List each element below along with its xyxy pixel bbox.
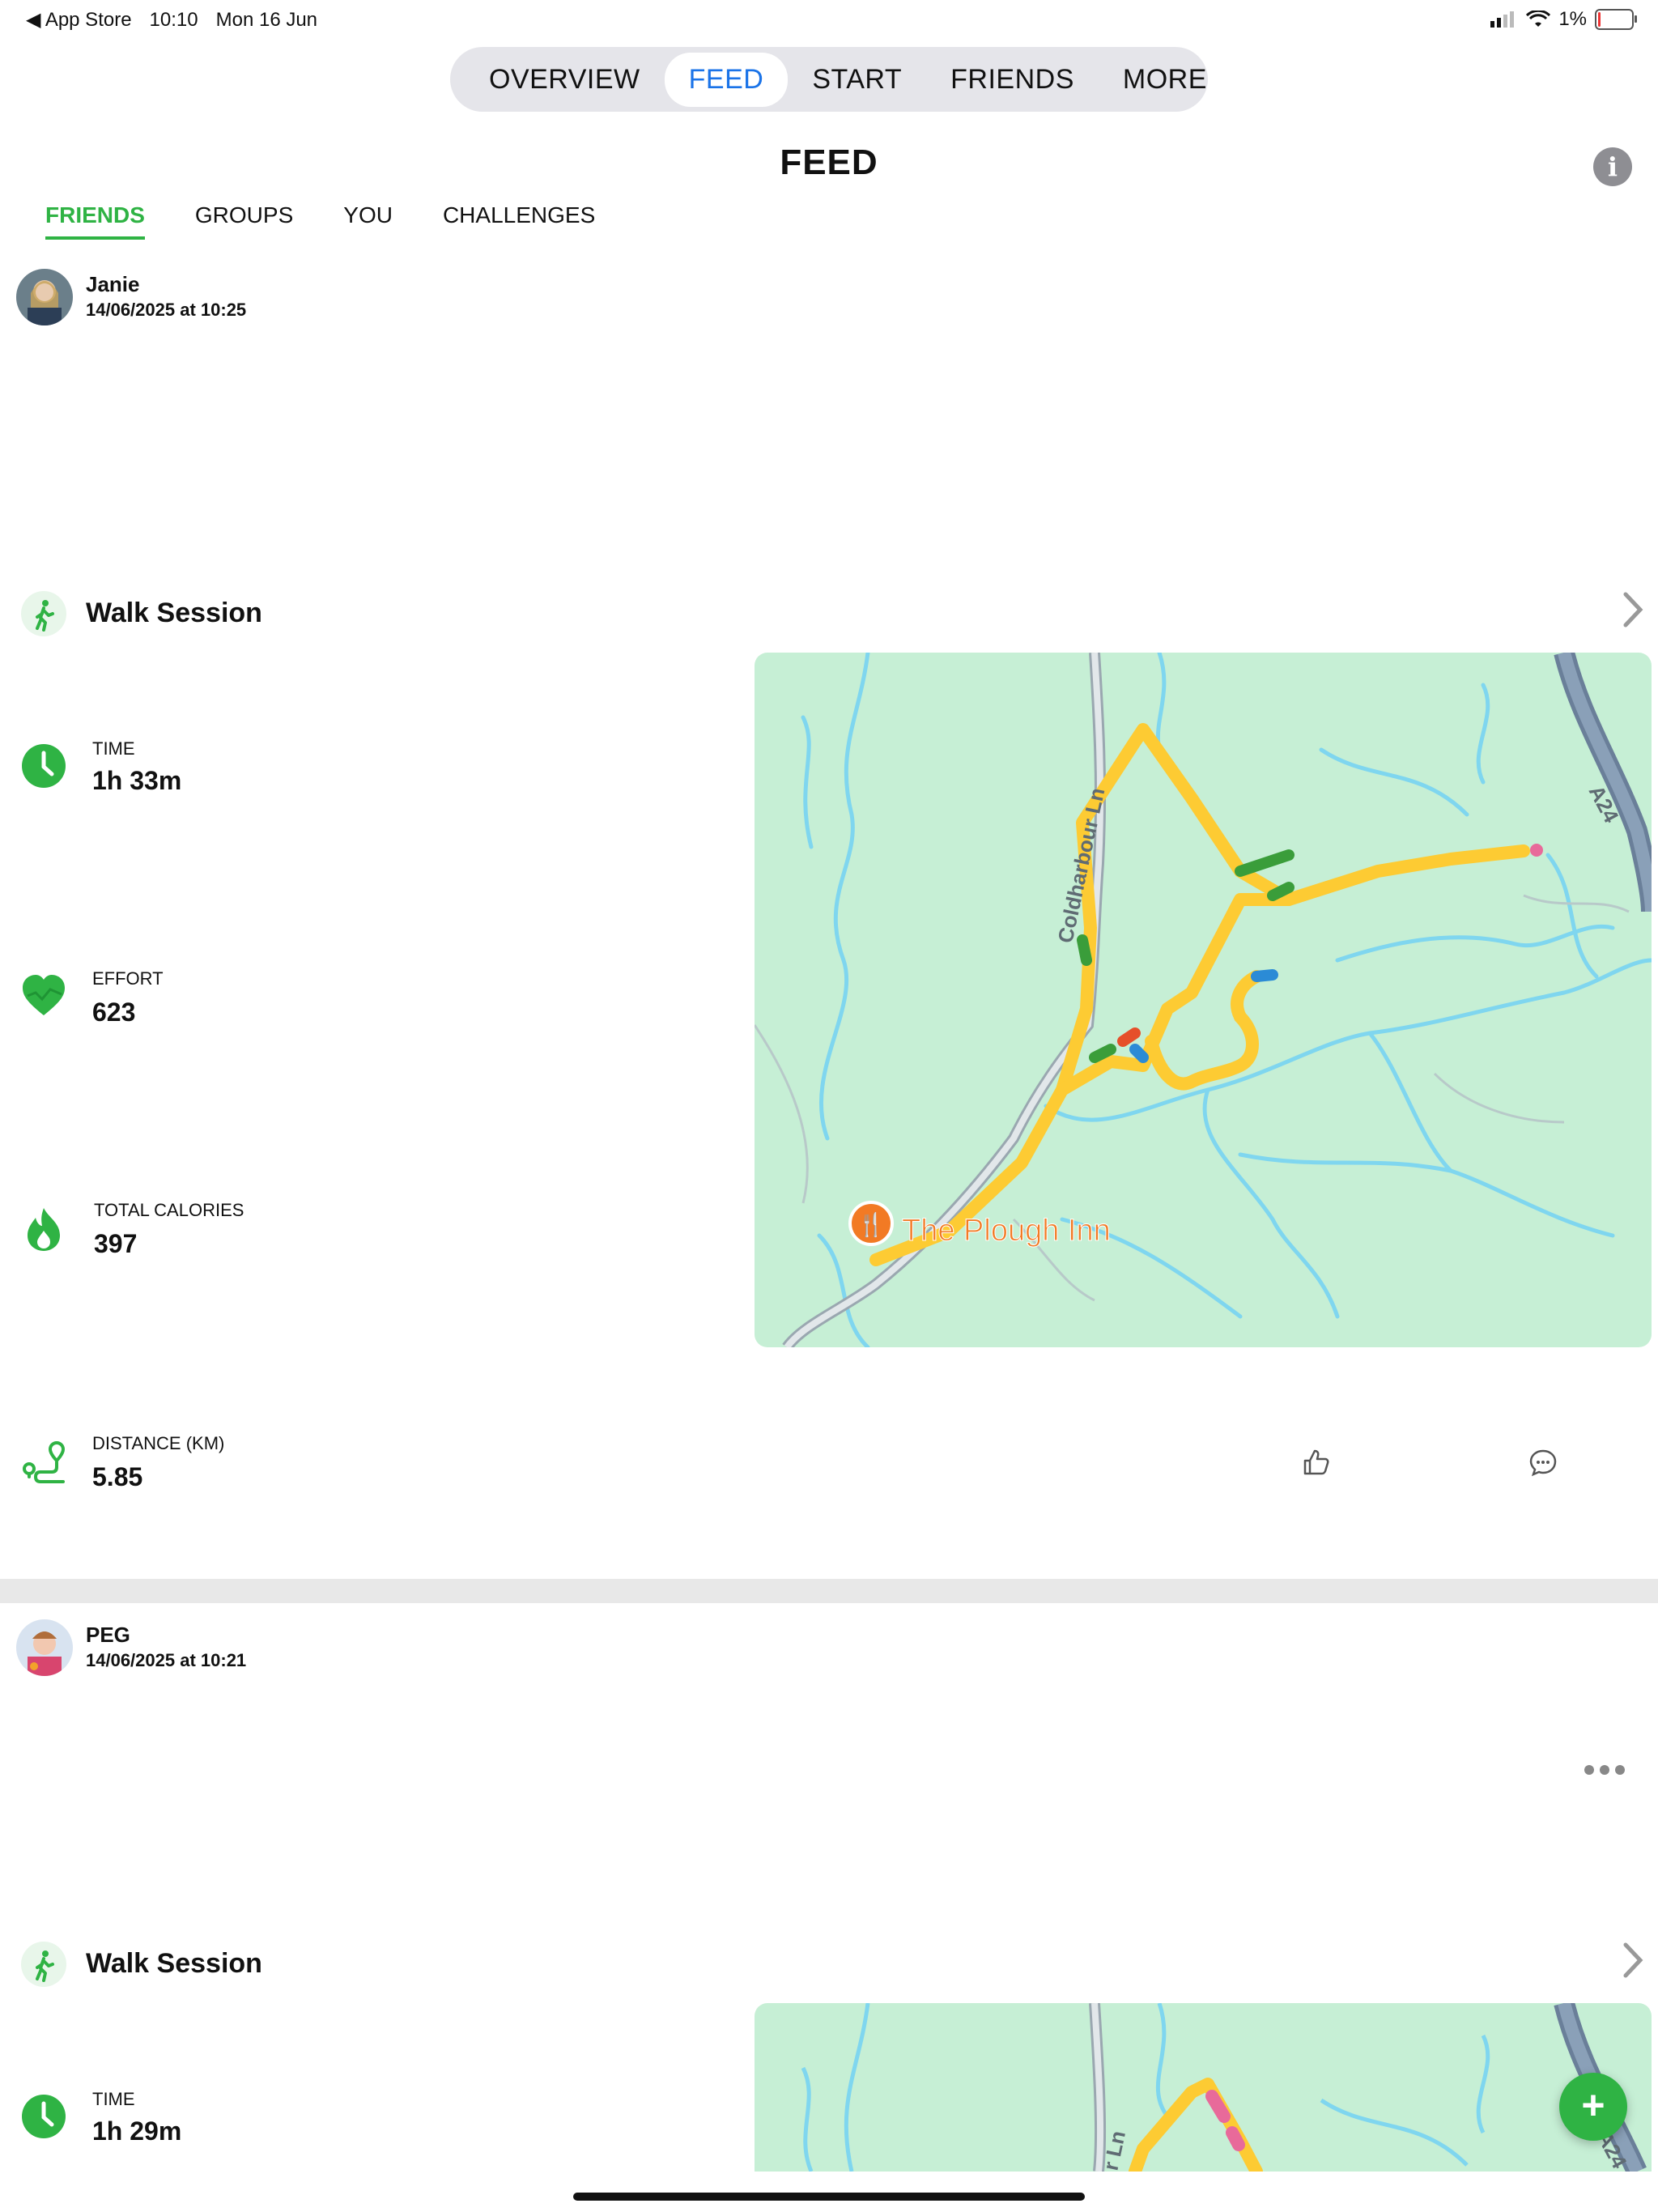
- route-icon: [21, 1440, 66, 1485]
- subtab-groups[interactable]: GROUPS: [195, 202, 293, 240]
- post-date: 14/06/2025 at 10:25: [86, 300, 247, 320]
- more-options-icon[interactable]: [1584, 1741, 1626, 1784]
- info-icon[interactable]: i: [1593, 147, 1632, 186]
- home-indicator[interactable]: [573, 2193, 1085, 2201]
- session-title[interactable]: Walk Session: [86, 598, 262, 629]
- walk-icon: [21, 591, 66, 636]
- post-username[interactable]: Janie: [86, 272, 140, 297]
- stat-label: EFFORT: [92, 968, 164, 989]
- stat-label: TIME: [92, 2089, 135, 2109]
- clock-icon: [21, 2094, 66, 2139]
- avatar[interactable]: [16, 269, 73, 325]
- avatar[interactable]: [16, 1619, 73, 1676]
- comment-icon[interactable]: [1528, 1448, 1558, 1481]
- wifi-icon: [1526, 11, 1551, 27]
- post-divider: [0, 1579, 1658, 1603]
- tab-feed[interactable]: FEED: [664, 52, 789, 107]
- stat-value: 1h 33m: [92, 766, 182, 795]
- svg-text:🍴: 🍴: [857, 1211, 886, 1238]
- status-date: Mon 16 Jun: [215, 8, 318, 31]
- route-map[interactable]: 🍴 The Plough Inn Coldharbour Ln A24: [755, 653, 1652, 1347]
- stat-value: 5.85: [92, 1462, 143, 1491]
- signal-icon: [1490, 11, 1515, 28]
- map-place-label: The Plough Inn: [902, 1214, 1111, 1248]
- status-time: 10:10: [149, 8, 198, 31]
- feed-subtabs: FRIENDS GROUPS YOU CHALLENGES: [45, 202, 595, 240]
- page-title: FEED: [780, 143, 878, 182]
- route-map[interactable]: r Ln A24: [755, 2003, 1652, 2172]
- chevron-right-icon[interactable]: [1621, 589, 1645, 640]
- add-activity-button[interactable]: +: [1559, 2073, 1627, 2141]
- session-title[interactable]: Walk Session: [86, 1948, 262, 1980]
- chevron-right-icon[interactable]: [1621, 1940, 1645, 1990]
- back-to-app-link[interactable]: ◀ App Store: [26, 8, 132, 32]
- heart-icon: [21, 973, 66, 1019]
- stat-label: TIME: [92, 738, 135, 759]
- subtab-friends[interactable]: FRIENDS: [45, 202, 145, 240]
- battery-percent: 1%: [1558, 8, 1587, 30]
- tab-more[interactable]: MORE: [1099, 53, 1231, 107]
- thumbs-up-icon[interactable]: [1302, 1448, 1331, 1481]
- subtab-you[interactable]: YOU: [343, 202, 393, 240]
- stat-value: 397: [94, 1229, 138, 1258]
- flame-icon: [21, 1206, 66, 1252]
- tab-overview[interactable]: OVERVIEW: [465, 53, 665, 107]
- battery-icon: [1595, 9, 1637, 30]
- stat-label: DISTANCE (KM): [92, 1433, 225, 1453]
- top-navigation: OVERVIEW FEED START FRIENDS MORE: [450, 47, 1208, 112]
- subtab-challenges[interactable]: CHALLENGES: [443, 202, 595, 240]
- post-username[interactable]: PEG: [86, 1623, 130, 1648]
- walk-icon: [21, 1942, 66, 1987]
- post-date: 14/06/2025 at 10:21: [86, 1650, 247, 1670]
- stat-value: 623: [92, 998, 136, 1027]
- tab-friends[interactable]: FRIENDS: [926, 53, 1099, 107]
- tab-start[interactable]: START: [788, 53, 926, 107]
- status-bar: ◀ App Store 10:10 Mon 16 Jun 1%: [0, 0, 1658, 39]
- clock-icon: [21, 743, 66, 789]
- stat-value: 1h 29m: [92, 2116, 182, 2146]
- back-app-label: App Store: [45, 9, 132, 31]
- stat-label: TOTAL CALORIES: [94, 1200, 244, 1220]
